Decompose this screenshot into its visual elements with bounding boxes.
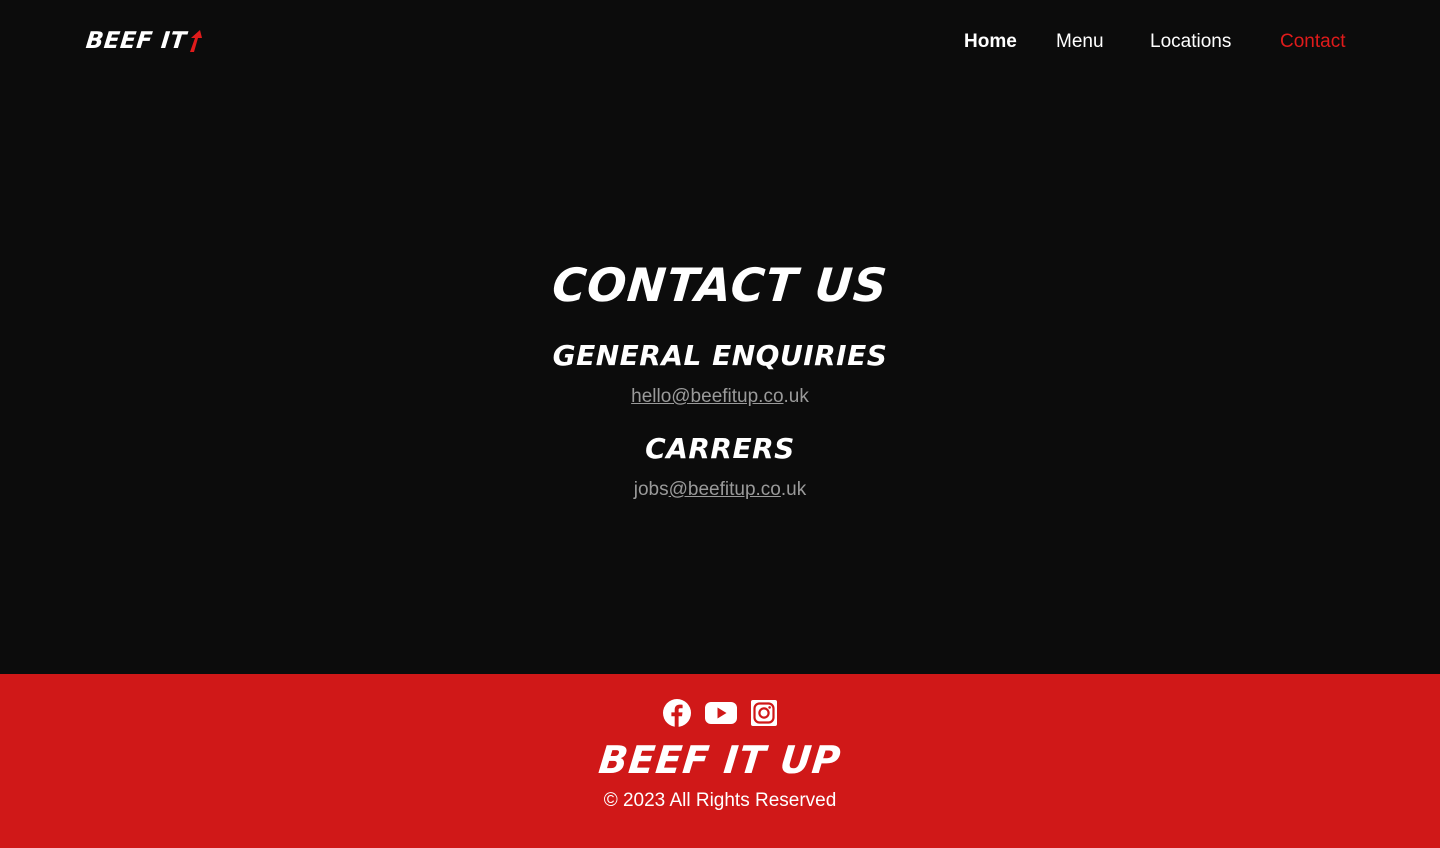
copyright-text: © 2023 All Rights Reserved — [603, 790, 837, 811]
general-email-link[interactable]: hello@beefitup.co — [631, 386, 783, 407]
facebook-icon[interactable] — [662, 698, 692, 728]
logo-text: BEEF IT — [84, 28, 188, 54]
nav-menu[interactable]: Menu — [1056, 29, 1104, 55]
logo[interactable]: BEEF IT — [84, 26, 205, 56]
careers-email-link[interactable]: @beefitup.co — [669, 479, 781, 500]
careers-email-suffix: .uk — [780, 479, 807, 500]
general-email: hello@beefitup.co.uk — [0, 386, 1440, 408]
nav-home[interactable]: Home — [964, 29, 1017, 55]
site-header: BEEF IT Home Menu Locations Contact — [0, 0, 1440, 84]
general-email-suffix: .uk — [783, 386, 809, 407]
youtube-icon[interactable] — [704, 698, 738, 728]
site-footer: BEEF IT UP © 2023 All Rights Reserved — [0, 674, 1440, 848]
footer-brand: BEEF IT UP — [596, 738, 844, 782]
logo-arrow-icon — [190, 30, 203, 52]
nav-contact[interactable]: Contact — [1280, 29, 1345, 55]
page-title: CONTACT US — [550, 258, 890, 312]
careers-email: jobs@beefitup.co.uk — [0, 479, 1440, 501]
instagram-icon[interactable] — [750, 698, 778, 728]
careers-heading: CARRERS — [645, 432, 795, 465]
careers-email-prefix: jobs — [633, 479, 669, 500]
social-links — [0, 698, 1440, 728]
nav-locations[interactable]: Locations — [1150, 29, 1231, 55]
general-enquiries-heading: GENERAL ENQUIRIES — [552, 339, 888, 372]
contact-section: CONTACT US GENERAL ENQUIRIES hello@beefi… — [0, 84, 1440, 674]
